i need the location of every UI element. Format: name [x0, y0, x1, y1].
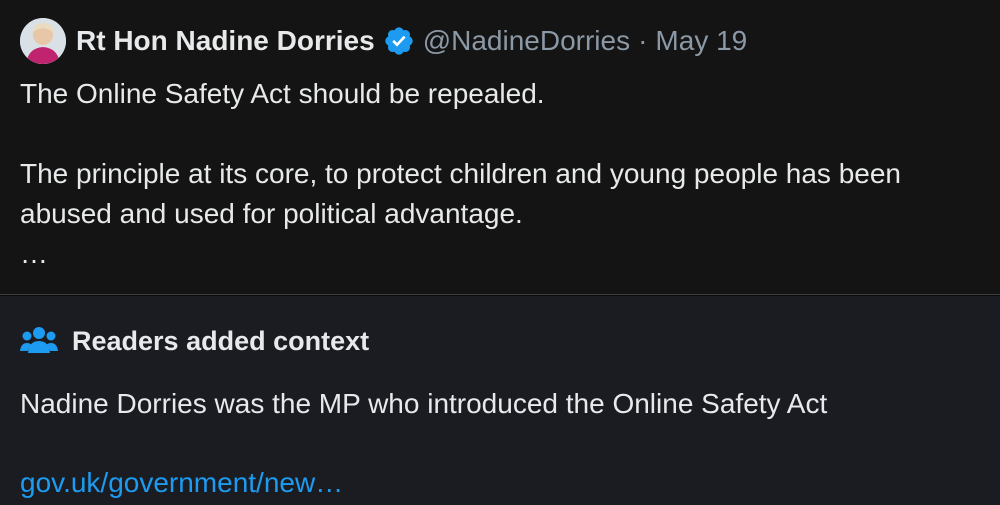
community-note-header: Readers added context: [20, 322, 369, 360]
user-handle[interactable]: @NadineDorries: [423, 25, 630, 57]
tweet-text-line: The Online Safety Act should be repealed…: [20, 78, 545, 109]
display-name[interactable]: Rt Hon Nadine Dorries: [76, 25, 375, 57]
separator-dot: ·: [638, 25, 648, 56]
community-note-title: Readers added context: [72, 325, 370, 356]
community-note-body: Nadine Dorries was the MP who introduced…: [20, 388, 828, 419]
tweet-text-line: The principle at its core, to protect ch…: [20, 158, 902, 229]
tweet-card[interactable]: Rt Hon Nadine Dorries @NadineDorries · M…: [0, 0, 1000, 295]
tweet-date[interactable]: May 19: [655, 25, 747, 57]
avatar[interactable]: [20, 18, 66, 64]
tweet-text-ellipsis: …: [20, 238, 48, 269]
community-note-link[interactable]: gov.uk/government/new…: [20, 463, 343, 503]
tweet-header: Rt Hon Nadine Dorries @NadineDorries · M…: [20, 17, 747, 65]
verified-badge-icon[interactable]: [383, 25, 415, 57]
people-icon: [20, 325, 58, 357]
avatar-image: [20, 18, 66, 64]
tweet-text: The Online Safety Act should be repealed…: [20, 74, 995, 274]
